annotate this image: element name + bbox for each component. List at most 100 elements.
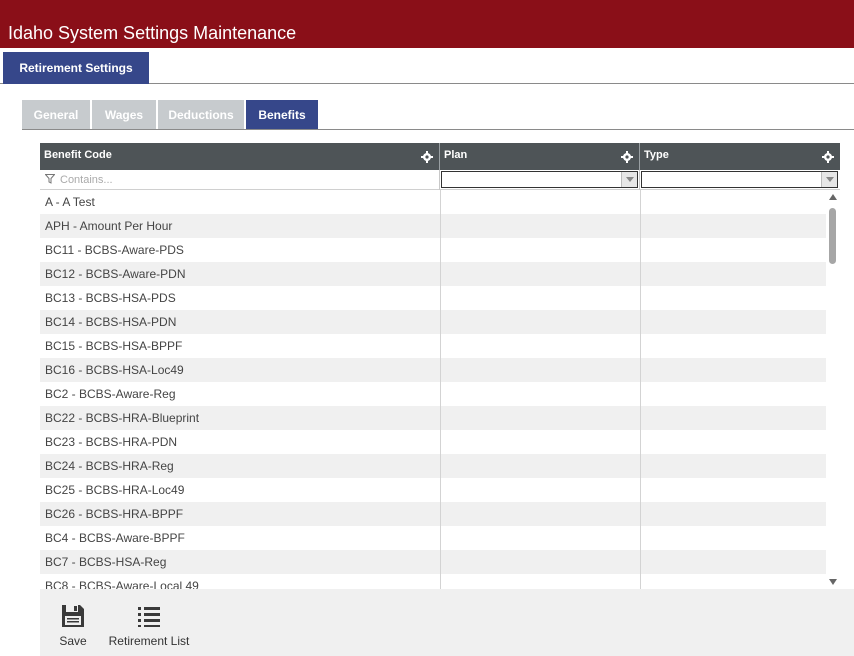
plan-cell <box>440 454 640 478</box>
chevron-down-icon[interactable] <box>621 172 637 187</box>
type-cell <box>640 574 826 589</box>
inner-tab-strip: General Wages Deductions Benefits <box>22 100 854 130</box>
filter-cell-benefit-code: Contains... <box>40 170 440 190</box>
benefit-code-cell: BC12 - BCBS-Aware-PDN <box>45 267 186 281</box>
table-row[interactable]: BC26 - BCBS-HRA-BPPF <box>40 502 826 526</box>
footer-toolbar: Save Retirement List <box>40 589 854 656</box>
type-cell <box>640 502 826 526</box>
table-row[interactable]: BC13 - BCBS-HSA-PDS <box>40 286 826 310</box>
table-row[interactable]: BC22 - BCBS-HRA-Blueprint <box>40 406 826 430</box>
save-button[interactable]: Save <box>54 589 92 656</box>
filter-row: Contains... <box>40 170 840 190</box>
type-cell <box>640 190 826 214</box>
type-cell <box>640 358 826 382</box>
tab-deductions[interactable]: Deductions <box>158 100 244 129</box>
benefit-code-cell: BC7 - BCBS-HSA-Reg <box>45 555 167 569</box>
plan-cell <box>440 430 640 454</box>
type-cell <box>640 214 826 238</box>
gear-icon[interactable] <box>822 151 834 163</box>
plan-cell <box>440 238 640 262</box>
column-header-plan[interactable]: Plan <box>440 143 640 170</box>
benefit-code-cell: BC24 - BCBS-HRA-Reg <box>45 459 174 473</box>
table-row[interactable]: BC14 - BCBS-HSA-PDN <box>40 310 826 334</box>
table-row[interactable]: BC24 - BCBS-HRA-Reg <box>40 454 826 478</box>
scrollbar-thumb[interactable] <box>829 208 836 264</box>
filter-cell-type <box>640 170 840 190</box>
table-row[interactable]: A - A Test <box>40 190 826 214</box>
type-cell <box>640 526 826 550</box>
benefit-code-cell: BC15 - BCBS-HSA-BPPF <box>45 339 183 353</box>
benefit-code-cell: BC23 - BCBS-HRA-PDN <box>45 435 178 449</box>
type-cell <box>640 334 826 358</box>
gear-icon[interactable] <box>621 151 633 163</box>
plan-cell <box>440 550 640 574</box>
chevron-down-icon[interactable] <box>821 172 837 187</box>
benefit-code-cell: BC11 - BCBS-Aware-PDS <box>45 243 184 257</box>
table-row[interactable]: BC12 - BCBS-Aware-PDN <box>40 262 826 286</box>
type-cell <box>640 454 826 478</box>
plan-cell <box>440 286 640 310</box>
benefit-code-cell: BC14 - BCBS-HSA-PDN <box>45 315 177 329</box>
table-row[interactable]: BC8 - BCBS-Aware-Local 49 <box>40 574 826 589</box>
column-header-label: Benefit Code <box>44 149 112 161</box>
plan-cell <box>440 262 640 286</box>
type-cell <box>640 310 826 334</box>
type-cell <box>640 262 826 286</box>
benefit-code-cell: BC26 - BCBS-HRA-BPPF <box>45 507 184 521</box>
floppy-disk-icon <box>62 605 84 627</box>
type-cell <box>640 550 826 574</box>
type-cell <box>640 406 826 430</box>
type-filter-select[interactable] <box>641 171 838 188</box>
column-divider <box>640 190 641 589</box>
benefit-code-cell: BC2 - BCBS-Aware-Reg <box>45 387 176 401</box>
plan-cell <box>440 334 640 358</box>
column-divider <box>440 190 441 589</box>
save-button-label: Save <box>59 634 87 648</box>
gear-icon[interactable] <box>421 151 433 163</box>
plan-cell <box>440 358 640 382</box>
tab-general[interactable]: General <box>22 100 90 129</box>
type-cell <box>640 382 826 406</box>
retirement-list-button[interactable]: Retirement List <box>104 589 194 656</box>
tab-retirement-settings[interactable]: Retirement Settings <box>3 52 149 84</box>
table-row[interactable]: BC4 - BCBS-Aware-BPPF <box>40 526 826 550</box>
tab-benefits[interactable]: Benefits <box>246 100 318 129</box>
plan-cell <box>440 502 640 526</box>
scroll-up-icon[interactable] <box>829 194 837 200</box>
table-row[interactable]: BC25 - BCBS-HRA-Loc49 <box>40 478 826 502</box>
benefit-code-cell: BC13 - BCBS-HSA-PDS <box>45 291 176 305</box>
type-cell <box>640 238 826 262</box>
benefits-grid: Benefit Code Plan Type Contains... A - A… <box>40 143 840 589</box>
list-icon <box>138 607 160 627</box>
column-header-benefit-code[interactable]: Benefit Code <box>40 143 440 170</box>
plan-cell <box>440 526 640 550</box>
plan-cell <box>440 190 640 214</box>
benefit-code-cell: BC4 - BCBS-Aware-BPPF <box>45 531 185 545</box>
filter-cell-plan <box>440 170 640 190</box>
plan-cell <box>440 310 640 334</box>
grid-header: Benefit Code Plan Type <box>40 143 840 170</box>
column-header-type[interactable]: Type <box>640 143 840 170</box>
plan-filter-select[interactable] <box>441 171 638 188</box>
table-row[interactable]: BC15 - BCBS-HSA-BPPF <box>40 334 826 358</box>
table-row[interactable]: BC11 - BCBS-Aware-PDS <box>40 238 826 262</box>
benefit-code-filter-input[interactable]: Contains... <box>42 171 438 188</box>
app-title: Idaho System Settings Maintenance <box>8 23 297 43</box>
table-row[interactable]: APH - Amount Per Hour <box>40 214 826 238</box>
type-cell <box>640 478 826 502</box>
grid-body: A - A Test APH - Amount Per Hour BC11 - … <box>40 190 826 589</box>
plan-cell <box>440 214 640 238</box>
benefit-code-cell: BC16 - BCBS-HSA-Loc49 <box>45 363 184 377</box>
table-row[interactable]: BC2 - BCBS-Aware-Reg <box>40 382 826 406</box>
title-bar: Idaho System Settings Maintenance <box>0 0 854 48</box>
scroll-down-icon[interactable] <box>829 579 837 585</box>
table-row[interactable]: BC7 - BCBS-HSA-Reg <box>40 550 826 574</box>
vertical-scrollbar[interactable] <box>826 190 840 589</box>
table-row[interactable]: BC23 - BCBS-HRA-PDN <box>40 430 826 454</box>
plan-cell <box>440 382 640 406</box>
table-row[interactable]: BC16 - BCBS-HSA-Loc49 <box>40 358 826 382</box>
type-cell <box>640 286 826 310</box>
benefit-code-cell: APH - Amount Per Hour <box>45 219 173 233</box>
tab-wages[interactable]: Wages <box>92 100 156 129</box>
column-header-label: Plan <box>444 149 468 161</box>
